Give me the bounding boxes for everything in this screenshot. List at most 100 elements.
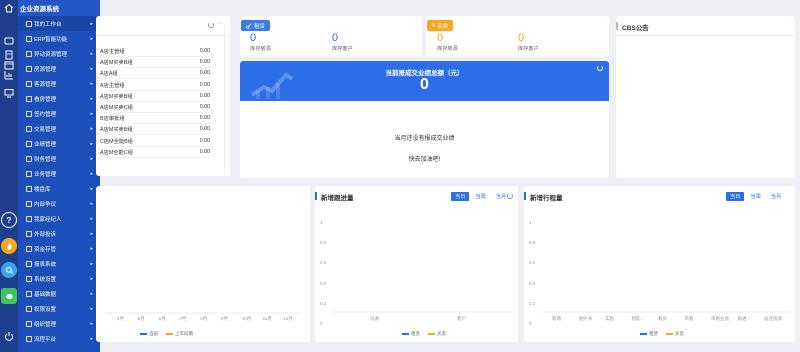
sidebar-item[interactable]: 报表系统 ▸ <box>18 256 100 271</box>
sidebar-item[interactable]: 基础数据 ▸ <box>18 286 100 301</box>
sidebar-item[interactable]: ERP智能功能 ▸ <box>18 31 100 46</box>
x-tick-label: 房源 <box>370 316 379 321</box>
group-value: 0.00 <box>199 115 210 122</box>
sidebar-item-label: 客源管理 <box>34 81 57 88</box>
chevron-right-icon: ▸ <box>90 95 93 102</box>
sidebar-item-label: 异动资源管理 <box>34 51 68 58</box>
sidebar-item[interactable]: 楼盘库 ▸ <box>18 181 100 196</box>
scrollbar[interactable] <box>224 26 230 176</box>
x-tick-label: 12月 <box>283 316 293 321</box>
sidebar-item[interactable]: 内部争议 ▸ <box>18 196 100 211</box>
chevron-right-icon: ▸ <box>90 335 93 342</box>
group-name: A店主管组 <box>100 82 125 89</box>
sidebar-item[interactable]: 交易管理 ▸ <box>18 121 100 136</box>
refresh-icon[interactable] <box>208 22 214 28</box>
legend-label: 上年同期 <box>175 331 193 336</box>
sidebar-item[interactable]: 看房管理 ▸ <box>18 91 100 106</box>
list-item[interactable]: A店M买卖C组 0.00 <box>100 102 210 113</box>
rent-client-count: 0 <box>332 32 339 44</box>
sidebar-item[interactable]: 我家经纪人 ▸ <box>18 211 100 226</box>
list-item[interactable]: A店M买卖B组 0.00 <box>100 91 210 102</box>
group-name: A店M买卖C组 <box>100 105 133 111</box>
chevron-right-icon: ▸ <box>90 35 93 42</box>
list-item[interactable]: A店主管组 0.00 <box>100 46 210 57</box>
sidebar-item-label: 我的工作台 <box>34 21 62 28</box>
sidebar-item[interactable]: 流程平台 ▸ <box>18 331 100 346</box>
y-tick-label: 0.2 <box>529 300 536 306</box>
x-tick-label: 实勘 <box>605 316 614 321</box>
list-item[interactable]: A店M全能C组 0.00 <box>100 147 210 158</box>
sidebar-item-label: 基础数据 <box>34 291 57 298</box>
legend-item[interactable]: 上年同期 <box>166 331 193 337</box>
y-tick-label: 1 <box>529 220 532 225</box>
sidebar-item[interactable]: 系统设置 ▸ <box>18 271 100 286</box>
legend-item[interactable]: 租赁 <box>640 331 658 337</box>
wechat-icon[interactable] <box>1 288 17 304</box>
list-item[interactable]: A店A组 0.00 <box>100 68 210 80</box>
sidebar-item[interactable]: 我的工作台 ▸ <box>18 16 100 31</box>
x-tick-label: 客户 <box>457 316 466 321</box>
performance-encourage-text: 快去加油吧! <box>408 157 441 163</box>
sidebar-item-label: 内部争议 <box>34 201 57 208</box>
search-icon[interactable] <box>1 262 17 278</box>
y-tick-label: 0.6 <box>320 260 327 266</box>
help-icon[interactable]: ? <box>1 212 17 228</box>
rent-client-label: 库存客户 <box>332 46 353 52</box>
chevron-right-icon: ▸ <box>90 65 93 72</box>
sidebar-item[interactable]: 签约管理 ▸ <box>18 106 100 121</box>
sidebar-item[interactable]: 业务管理 ▸ <box>18 166 100 181</box>
group-value: 0.00 <box>199 92 210 99</box>
performance-refresh-icon[interactable] <box>597 65 603 71</box>
chevron-right-icon: ▸ <box>90 305 93 312</box>
chevron-right-icon: ▸ <box>90 155 93 162</box>
sidebar-item-label: 系统设置 <box>34 276 57 283</box>
legend-item[interactable]: 当前 <box>140 331 158 337</box>
sidebar-item[interactable]: 财务管理 ▸ <box>18 151 100 166</box>
sidebar-item[interactable]: 异动资源管理 ▸ <box>18 46 100 61</box>
calendar-icon[interactable] <box>3 60 15 70</box>
legend-item[interactable]: 买卖 <box>428 331 446 337</box>
sidebar-item-label: 外部投诉 <box>34 231 57 238</box>
list-item[interactable]: A店M买卖B组 0.00 <box>100 124 210 136</box>
y-tick-label: 0.8 <box>529 240 536 246</box>
cbs-title: CBS公告 <box>622 25 649 32</box>
group-value: 0.00 <box>199 59 210 66</box>
power-icon[interactable] <box>3 331 15 341</box>
sidebar-item[interactable]: 业绩管理 ▸ <box>18 136 100 151</box>
y-tick-label: 0 <box>529 321 532 326</box>
group-value: 0.00 <box>199 126 210 133</box>
sidebar-item-label: 组织管理 <box>34 321 57 328</box>
x-tick-label: 11月 <box>262 316 272 321</box>
legend-swatch <box>666 332 673 335</box>
sidebar-item[interactable]: 外部投诉 ▸ <box>18 226 100 241</box>
group-name: A店M买卖B组 <box>100 127 133 134</box>
legend-swatch <box>428 332 435 335</box>
chart-icon[interactable] <box>3 70 15 80</box>
rent-stock-card: 租赁 0 库存房源 0 库存客户 <box>240 16 422 57</box>
fire-icon[interactable] <box>1 238 17 254</box>
legend-item[interactable]: 租赁 <box>402 331 420 337</box>
sidebar-item[interactable]: 资金存管 ▸ <box>18 241 100 256</box>
sale-badge: ¥ 买卖 <box>427 20 454 31</box>
sidebar-item[interactable]: 客源管理 ▸ <box>18 76 100 91</box>
chevron-right-icon: ▸ <box>90 320 93 327</box>
monitor-icon[interactable] <box>3 88 15 98</box>
list-item[interactable]: B店审批组 0.00 <box>100 113 210 125</box>
list-item[interactable]: A店主管组 0.00 <box>100 80 210 91</box>
sidebar-item-label: 交易管理 <box>34 126 57 133</box>
list-item[interactable]: A店M买卖B组 0.00 <box>100 57 210 69</box>
message-icon[interactable] <box>3 36 15 46</box>
more-icon[interactable]: ··· <box>217 20 224 27</box>
chevron-right-icon: ▸ <box>90 20 93 27</box>
performance-banner: 当前报成交业绩总额（元） 0 <box>240 61 609 101</box>
list-item[interactable]: C店M全能B组 0.00 <box>100 136 210 147</box>
document-icon[interactable] <box>3 50 15 60</box>
chevron-right-icon: ▸ <box>90 230 93 237</box>
sidebar-item[interactable]: 权限设置 ▸ <box>18 301 100 316</box>
legend-label: 当前 <box>149 331 158 336</box>
legend-item[interactable]: 买卖 <box>666 331 684 337</box>
home-icon[interactable] <box>3 3 15 13</box>
sidebar-item[interactable]: 组织管理 ▸ <box>18 316 100 331</box>
sidebar-item[interactable]: 房源管理 ▸ <box>18 61 100 76</box>
sidebar-item-label: 我家经纪人 <box>34 216 62 223</box>
